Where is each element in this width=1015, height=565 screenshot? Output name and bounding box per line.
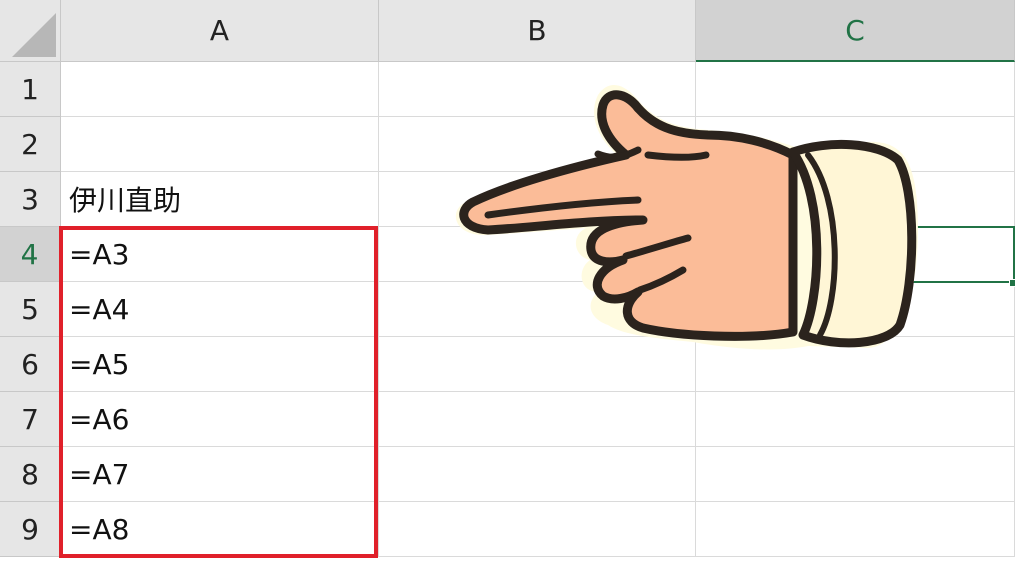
row-header-3[interactable]: 3 <box>0 172 61 227</box>
row-header-9[interactable]: 9 <box>0 502 61 557</box>
row-header-5[interactable]: 5 <box>0 282 61 337</box>
cell-a2[interactable] <box>61 117 379 172</box>
fill-handle[interactable] <box>1009 279 1015 287</box>
cell-b8[interactable] <box>379 447 696 502</box>
cell-a7[interactable]: =A6 <box>61 392 379 447</box>
cell-a9[interactable]: =A8 <box>61 502 379 557</box>
spreadsheet: A B C 1 2 3 4 5 6 7 8 9 伊川直助 =A3 =A4 =A5… <box>0 0 1015 565</box>
cell-a3[interactable]: 伊川直助 <box>61 172 379 227</box>
select-all-triangle-icon <box>12 13 56 57</box>
cell-b7[interactable] <box>379 392 696 447</box>
cell-a5[interactable]: =A4 <box>61 282 379 337</box>
cell-c7[interactable] <box>696 392 1015 447</box>
cell-c8[interactable] <box>696 447 1015 502</box>
row-header-1[interactable]: 1 <box>0 62 61 117</box>
row-header-6[interactable]: 6 <box>0 337 61 392</box>
pointing-hand-icon <box>455 84 918 350</box>
cell-a6[interactable]: =A5 <box>61 337 379 392</box>
row-header-8[interactable]: 8 <box>0 447 61 502</box>
select-all-corner[interactable] <box>0 0 61 62</box>
row-header-4[interactable]: 4 <box>0 227 61 282</box>
row-header-2[interactable]: 2 <box>0 117 61 172</box>
row-header-7[interactable]: 7 <box>0 392 61 447</box>
cell-a1[interactable] <box>61 62 379 117</box>
column-header-c[interactable]: C <box>696 0 1015 62</box>
cell-c9[interactable] <box>696 502 1015 557</box>
cell-b9[interactable] <box>379 502 696 557</box>
cell-a4[interactable]: =A3 <box>61 227 379 282</box>
column-header-a[interactable]: A <box>61 0 379 62</box>
column-header-b[interactable]: B <box>379 0 696 62</box>
cell-a8[interactable]: =A7 <box>61 447 379 502</box>
